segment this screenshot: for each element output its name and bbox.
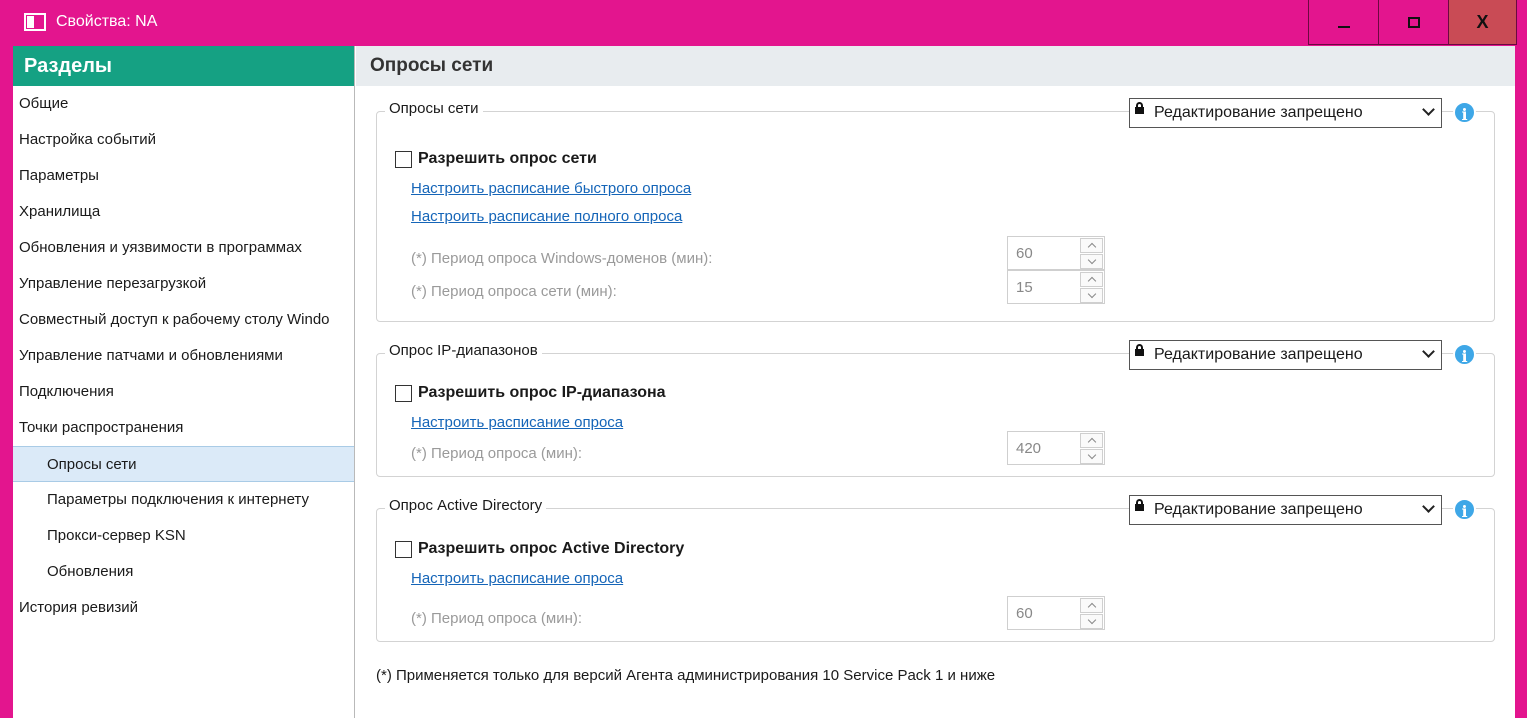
lock-icon bbox=[1135, 344, 1144, 356]
sidebar-item-updates-vulnerabilities[interactable]: Обновления и уязвимости в программах bbox=[13, 230, 354, 266]
sidebar-item-event-settings[interactable]: Настройка событий bbox=[13, 122, 354, 158]
sidebar-item-connections[interactable]: Подключения bbox=[13, 374, 354, 410]
maximize-icon bbox=[1407, 16, 1420, 28]
checkbox-label[interactable]: Разрешить опрос Active Directory bbox=[418, 540, 684, 558]
checkbox-label[interactable]: Разрешить опрос сети bbox=[418, 150, 597, 168]
edit-lock-select[interactable]: Редактирование запрещено bbox=[1129, 98, 1442, 128]
allow-ad-polling-checkbox[interactable] bbox=[395, 540, 412, 558]
ad-poll-schedule-link[interactable]: Настроить расписание опроса bbox=[411, 570, 623, 587]
window-title: Свойства: NA bbox=[56, 13, 158, 30]
edit-lock-select[interactable]: Редактирование запрещено bbox=[1129, 495, 1442, 525]
lock-icon bbox=[1135, 102, 1144, 114]
stepper-down-icon[interactable] bbox=[1080, 449, 1103, 464]
ip-poll-schedule-link[interactable]: Настроить расписание опроса bbox=[411, 414, 623, 431]
stepper-value[interactable]: 60 bbox=[1016, 245, 1033, 262]
page-title: Опросы сети bbox=[356, 46, 1515, 86]
sidebar-item-updates[interactable]: Обновления bbox=[13, 554, 354, 590]
ip-poll-period-stepper[interactable]: 420 bbox=[1007, 431, 1105, 465]
stepper-up-icon[interactable] bbox=[1080, 272, 1103, 287]
ip-range-polling-group: Опрос IP-диапазонов Редактирование запре… bbox=[376, 340, 1495, 477]
stepper-up-icon[interactable] bbox=[1080, 598, 1103, 613]
footnote: (*) Применяется только для версий Агента… bbox=[376, 667, 996, 684]
group-title: Опрос Active Directory bbox=[385, 497, 547, 514]
active-directory-polling-group: Опрос Active Directory Редактирование за… bbox=[376, 495, 1495, 642]
lock-select-value: Редактирование запрещено bbox=[1154, 104, 1363, 121]
allow-network-polling-checkbox-row[interactable]: Разрешить опрос сети bbox=[395, 150, 597, 168]
chevron-down-icon bbox=[1422, 500, 1435, 513]
stepper-down-icon[interactable] bbox=[1080, 254, 1103, 269]
network-polling-group: Опросы сети Редактирование запрещено i Р… bbox=[376, 98, 1495, 322]
sidebar-item-patch-management[interactable]: Управление патчами и обновлениями bbox=[13, 338, 354, 374]
sidebar-item-general[interactable]: Общие bbox=[13, 86, 354, 122]
minimize-button[interactable] bbox=[1308, 0, 1378, 45]
main-panel: Опросы сети Опросы сети Редактирование з… bbox=[356, 46, 1515, 718]
window-client-area: Разделы Общие Настройка событий Параметр… bbox=[13, 46, 1515, 718]
stepper-value[interactable]: 60 bbox=[1016, 605, 1033, 622]
windows-domain-period-stepper[interactable]: 60 bbox=[1007, 236, 1105, 270]
windows-domain-period-label: (*) Период опроса Windows-доменов (мин): bbox=[411, 250, 713, 267]
sidebar-item-desktop-sharing[interactable]: Совместный доступ к рабочему столу Windo bbox=[13, 302, 354, 338]
checkbox-label[interactable]: Разрешить опрос IP-диапазона bbox=[418, 384, 666, 402]
full-poll-schedule-link[interactable]: Настроить расписание полного опроса bbox=[411, 208, 682, 225]
allow-ip-range-polling-checkbox-row[interactable]: Разрешить опрос IP-диапазона bbox=[395, 384, 666, 402]
sidebar-item-revision-history[interactable]: История ревизий bbox=[13, 590, 354, 626]
ad-poll-period-stepper[interactable]: 60 bbox=[1007, 596, 1105, 630]
stepper-up-icon[interactable] bbox=[1080, 433, 1103, 448]
sidebar-item-distribution-points[interactable]: Точки распространения bbox=[13, 410, 354, 446]
close-button[interactable]: X bbox=[1448, 0, 1517, 45]
stepper-up-icon[interactable] bbox=[1080, 238, 1103, 253]
title-bar: Свойства: NA X bbox=[0, 0, 1527, 46]
info-icon[interactable]: i bbox=[1453, 343, 1476, 366]
ad-poll-period-label: (*) Период опроса (мин): bbox=[411, 610, 583, 627]
window-app-icon bbox=[24, 13, 46, 31]
sidebar-header: Разделы bbox=[13, 46, 354, 86]
sidebar-item-network-polling[interactable]: Опросы сети bbox=[13, 446, 354, 482]
stepper-value[interactable]: 420 bbox=[1016, 440, 1041, 457]
group-title: Опрос IP-диапазонов bbox=[385, 342, 542, 359]
allow-network-polling-checkbox[interactable] bbox=[395, 150, 412, 168]
network-period-label: (*) Период опроса сети (мин): bbox=[411, 283, 617, 300]
edit-lock-select[interactable]: Редактирование запрещено bbox=[1129, 340, 1442, 370]
maximize-button[interactable] bbox=[1378, 0, 1448, 45]
quick-poll-schedule-link[interactable]: Настроить расписание быстрого опроса bbox=[411, 180, 691, 197]
ip-poll-period-label: (*) Период опроса (мин): bbox=[411, 445, 583, 462]
stepper-down-icon[interactable] bbox=[1080, 614, 1103, 629]
stepper-down-icon[interactable] bbox=[1080, 288, 1103, 303]
chevron-down-icon bbox=[1422, 103, 1435, 116]
lock-icon bbox=[1135, 499, 1144, 511]
allow-ad-polling-checkbox-row[interactable]: Разрешить опрос Active Directory bbox=[395, 540, 684, 558]
minimize-icon bbox=[1337, 26, 1350, 28]
info-icon[interactable]: i bbox=[1453, 101, 1476, 124]
sections-sidebar: Разделы Общие Настройка событий Параметр… bbox=[13, 46, 355, 718]
sidebar-item-parameters[interactable]: Параметры bbox=[13, 158, 354, 194]
info-icon[interactable]: i bbox=[1453, 498, 1476, 521]
lock-select-value: Редактирование запрещено bbox=[1154, 346, 1363, 363]
lock-select-value: Редактирование запрещено bbox=[1154, 501, 1363, 518]
chevron-down-icon bbox=[1422, 345, 1435, 358]
sidebar-item-internet-connection[interactable]: Параметры подключения к интернету bbox=[13, 482, 354, 518]
sidebar-item-ksn-proxy[interactable]: Прокси-сервер KSN bbox=[13, 518, 354, 554]
allow-ip-range-polling-checkbox[interactable] bbox=[395, 384, 412, 402]
close-icon: X bbox=[1476, 11, 1489, 32]
stepper-value[interactable]: 15 bbox=[1016, 279, 1033, 296]
network-period-stepper[interactable]: 15 bbox=[1007, 270, 1105, 304]
sidebar-item-restart-management[interactable]: Управление перезагрузкой bbox=[13, 266, 354, 302]
group-title: Опросы сети bbox=[385, 100, 483, 117]
sidebar-item-repositories[interactable]: Хранилища bbox=[13, 194, 354, 230]
